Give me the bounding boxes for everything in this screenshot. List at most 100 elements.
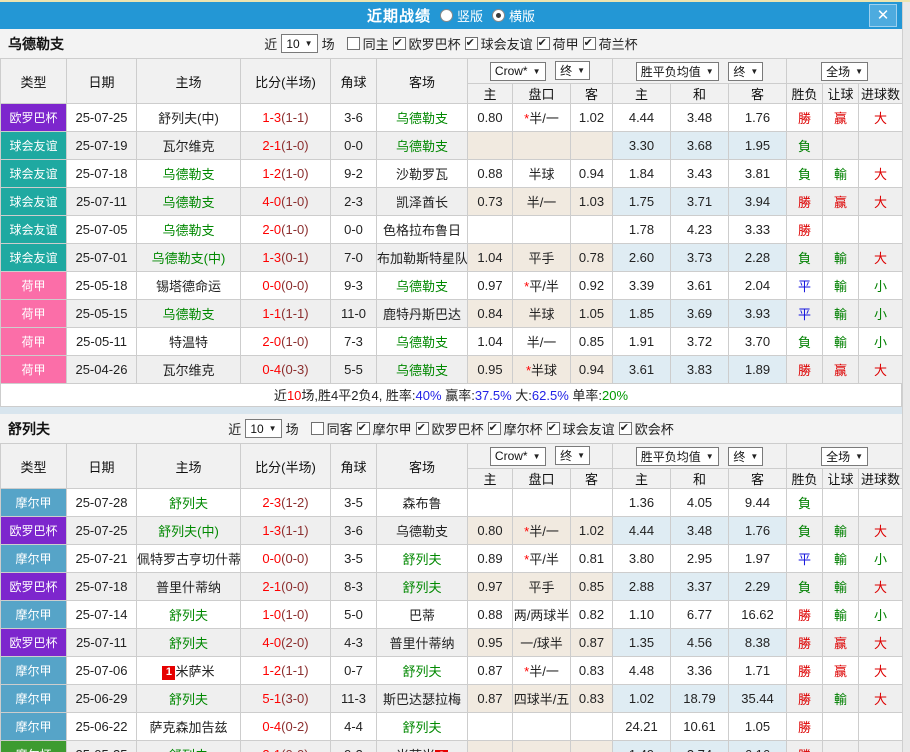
handicap-away-odds: 0.82 — [571, 601, 613, 629]
result-flag: 勝 — [787, 601, 823, 629]
corner-count: 7-3 — [331, 328, 377, 356]
score-cell: 2-1(0-0) — [241, 573, 331, 601]
competition-label: 欧罗巴杯 — [409, 34, 461, 53]
full-time-score: 1-0 — [262, 607, 281, 622]
handicap-home-odds: 0.73 — [468, 188, 513, 216]
col-odds-line: 盘口 — [513, 84, 571, 104]
match-date: 25-07-11 — [67, 188, 137, 216]
col-odds-away: 客 — [571, 469, 613, 489]
match-row: 欧罗巴杯25-07-25舒列夫(中)1-3(1-1)3-6乌德勒支0.80*半/… — [1, 517, 903, 545]
col-goals: 进球数 — [859, 84, 903, 104]
handicap-away-odds: 0.92 — [571, 272, 613, 300]
handicap-home-odds: 0.95 — [468, 356, 513, 384]
odds-final-select[interactable]: 终 — [555, 61, 590, 80]
match-count-select[interactable]: 10 — [245, 419, 281, 438]
competition-label: 摩尔甲 — [373, 419, 412, 438]
competition-checkbox[interactable]: 欧罗巴杯 — [393, 34, 461, 53]
goals-result-flag — [859, 489, 903, 517]
odds-final-select[interactable]: 终 — [555, 446, 590, 465]
full-time-score: 1-2 — [262, 166, 281, 181]
same-venue-checkbox[interactable]: 同客 — [311, 419, 353, 438]
handicap-away-odds: 0.83 — [571, 657, 613, 685]
same-venue-label: 同主 — [363, 34, 389, 53]
col-avg-draw: 和 — [671, 84, 729, 104]
goals-result-flag: 大 — [859, 629, 903, 657]
handicap-home-odds — [468, 216, 513, 244]
wdl-average-select[interactable]: 胜平负均值 — [636, 447, 719, 466]
focus-team-name: 舒列夫(中) — [158, 524, 219, 539]
handicap-line-text: 平/半 — [529, 279, 559, 294]
half-time-score: (1-0) — [281, 607, 308, 622]
focus-team-name: 舒列夫 — [169, 636, 208, 651]
match-scope-select[interactable]: 全场 — [821, 62, 868, 81]
full-time-score: 1-2 — [262, 663, 281, 678]
home-team-cell: 舒列夫 — [137, 489, 241, 517]
avg-win-odds: 1.91 — [613, 328, 671, 356]
same-venue-checkbox[interactable]: 同主 — [347, 34, 389, 53]
checkbox-icon — [619, 422, 632, 435]
full-time-score: 2-3 — [262, 495, 281, 510]
col-result: 胜负 — [787, 469, 823, 489]
radio-horizontal-label: 横版 — [509, 6, 535, 25]
avg-draw-odds: 3.73 — [671, 244, 729, 272]
match-scope-select[interactable]: 全场 — [821, 447, 868, 466]
home-team-cell: 瓦尔维克 — [137, 132, 241, 160]
match-count-select[interactable]: 10 — [281, 34, 317, 53]
away-team-cell: 凯泽酋长 — [377, 188, 468, 216]
competition-checkbox[interactable]: 球会友谊 — [465, 34, 533, 53]
avg-lose-odds: 1.05 — [729, 713, 787, 741]
avg-lose-odds: 3.33 — [729, 216, 787, 244]
radio-vertical-layout[interactable]: 竖版 — [440, 6, 483, 25]
focus-team-name: 舒列夫 — [402, 552, 441, 567]
competition-checkbox[interactable]: 球会友谊 — [547, 419, 615, 438]
handicap-line — [513, 216, 571, 244]
handicap-away-odds: 0.78 — [571, 244, 613, 272]
bookmaker-select[interactable]: Crow* — [490, 447, 546, 466]
handicap-away-odds: 0.85 — [571, 328, 613, 356]
home-team-cell: 舒列夫 — [137, 629, 241, 657]
avg-win-odds: 1.84 — [613, 160, 671, 188]
focus-team-name: 乌德勒支 — [162, 195, 214, 210]
score-cell: 1-3(1-1) — [241, 517, 331, 545]
checkbox-icon — [311, 422, 324, 435]
avg-dropdown-cell: 胜平负均值 终 — [613, 444, 787, 469]
dialog-title: 近期战绩 — [367, 5, 431, 26]
avg-lose-odds: 3.94 — [729, 188, 787, 216]
result-flag: 勝 — [787, 104, 823, 132]
avg-lose-odds: 1.95 — [729, 132, 787, 160]
match-date: 25-07-14 — [67, 601, 137, 629]
scrollbar-track[interactable] — [902, 2, 910, 752]
competition-checkbox[interactable]: 欧罗巴杯 — [416, 419, 484, 438]
score-cell: 1-3(0-1) — [241, 244, 331, 272]
match-row: 荷甲25-05-15乌德勒支1-1(1-1)11-0鹿特丹斯巴达0.84半球1.… — [1, 300, 903, 328]
avg-win-odds: 4.48 — [613, 657, 671, 685]
handicap-result-flag — [823, 132, 859, 160]
avg-final-select[interactable]: 终 — [728, 62, 763, 81]
competition-checkbox[interactable]: 荷甲 — [537, 34, 579, 53]
avg-final-select[interactable]: 终 — [728, 447, 763, 466]
opponent-team-name: 鹿特丹斯巴达 — [383, 307, 461, 322]
competition-checkbox[interactable]: 摩尔甲 — [357, 419, 412, 438]
competition-checkbox[interactable]: 欧会杯 — [619, 419, 674, 438]
competition-checkbox[interactable]: 荷兰杯 — [583, 34, 638, 53]
handicap-line: 半/一 — [513, 328, 571, 356]
league-badge: 欧罗巴杯 — [1, 517, 67, 545]
handicap-line — [513, 713, 571, 741]
col-date: 日期 — [67, 444, 137, 489]
checkbox-icon — [583, 37, 596, 50]
radio-horizontal-layout[interactable]: 横版 — [492, 6, 535, 25]
near-label: 近 — [264, 34, 277, 53]
wdl-average-select[interactable]: 胜平负均值 — [636, 62, 719, 81]
corner-count: 7-0 — [331, 244, 377, 272]
bookmaker-select[interactable]: Crow* — [490, 62, 546, 81]
full-time-score: 0-0 — [262, 278, 281, 293]
home-team-cell: 萨克森加告兹 — [137, 713, 241, 741]
half-time-score: (1-1) — [281, 306, 308, 321]
handicap-line-text: 半球 — [528, 307, 554, 322]
handicap-home-odds: 0.97 — [468, 272, 513, 300]
league-badge: 欧罗巴杯 — [1, 629, 67, 657]
competition-checkbox[interactable]: 摩尔杯 — [488, 419, 543, 438]
score-cell: 2-0(1-0) — [241, 216, 331, 244]
opponent-team-name: 锡塔德命运 — [156, 279, 221, 294]
close-button[interactable]: ✕ — [869, 4, 897, 27]
